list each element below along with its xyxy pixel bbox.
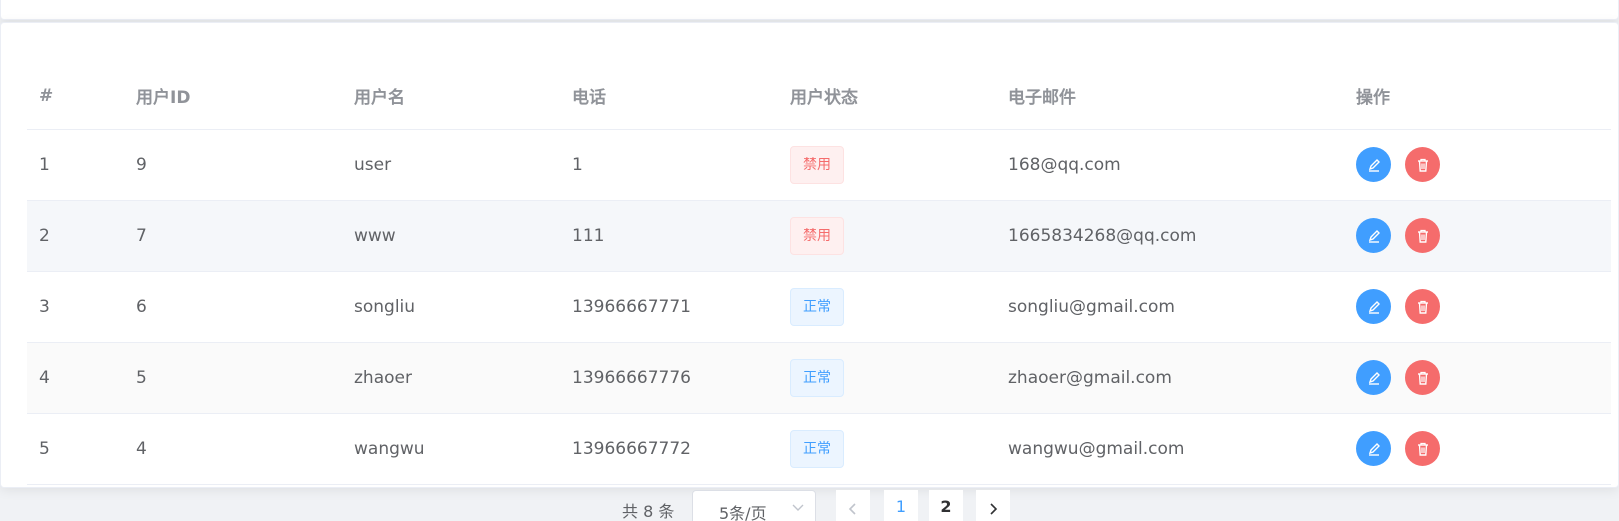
edit-icon <box>1368 442 1380 456</box>
page-number-1[interactable]: 1 <box>884 490 918 521</box>
header-actions: 操作 <box>1344 63 1611 130</box>
cell-username: www <box>342 200 560 272</box>
delete-icon <box>1417 229 1428 243</box>
cell-phone: 111 <box>560 200 778 272</box>
user-table-card: # 用户ID 用户名 电话 用户状态 电子邮件 操作 1 9 user 1 禁用… <box>0 22 1619 488</box>
cell-user-id: 5 <box>124 342 342 414</box>
header-username: 用户名 <box>342 63 560 130</box>
delete-button[interactable] <box>1405 218 1441 253</box>
cell-index: 5 <box>27 413 124 485</box>
cell-email: songliu@gmail.com <box>996 271 1344 343</box>
edit-icon <box>1368 158 1380 172</box>
cell-user-id: 7 <box>124 200 342 272</box>
cell-phone: 13966667772 <box>560 413 778 485</box>
cell-user-id: 6 <box>124 271 342 343</box>
top-card <box>0 0 1619 20</box>
page-number-2[interactable]: 2 <box>929 490 963 521</box>
cell-user-id: 9 <box>124 129 342 201</box>
delete-button[interactable] <box>1405 360 1441 395</box>
delete-icon <box>1417 300 1428 314</box>
delete-button[interactable] <box>1405 289 1441 324</box>
cell-status: 禁用 <box>778 129 996 201</box>
status-badge: 正常 <box>790 358 844 397</box>
delete-button[interactable] <box>1405 431 1441 466</box>
edit-button[interactable] <box>1356 289 1391 324</box>
page-size-select[interactable]: 5条/页 <box>692 490 816 521</box>
edit-button[interactable] <box>1356 360 1391 395</box>
cell-username: songliu <box>342 271 560 343</box>
header-index: # <box>27 63 124 130</box>
edit-button[interactable] <box>1356 147 1391 182</box>
chevron-right-icon <box>986 501 1000 520</box>
cell-phone: 1 <box>560 129 778 201</box>
status-badge: 禁用 <box>790 216 844 255</box>
next-page-button[interactable] <box>976 490 1010 521</box>
cell-user-id: 4 <box>124 413 342 485</box>
status-badge: 正常 <box>790 429 844 468</box>
cell-phone: 13966667771 <box>560 271 778 343</box>
edit-icon <box>1368 229 1380 243</box>
header-user-id: 用户ID <box>124 63 342 130</box>
cell-actions <box>1344 413 1611 485</box>
cell-email: 168@qq.com <box>996 129 1344 201</box>
page-size-value: 5条/页 <box>719 504 767 521</box>
cell-email: 1665834268@qq.com <box>996 200 1344 272</box>
cell-status: 正常 <box>778 342 996 414</box>
cell-status: 正常 <box>778 413 996 485</box>
delete-button[interactable] <box>1405 147 1441 182</box>
chevron-left-icon <box>846 501 860 520</box>
header-phone: 电话 <box>560 63 778 130</box>
pagination: 共 8 条 5条/页 1 2 <box>0 490 1619 521</box>
cell-index: 1 <box>27 129 124 201</box>
cell-email: zhaoer@gmail.com <box>996 342 1344 414</box>
cell-actions <box>1344 271 1611 343</box>
table-row: 5 4 wangwu 13966667772 正常 wangwu@gmail.c… <box>27 413 1611 485</box>
delete-icon <box>1417 442 1428 456</box>
table-row: 1 9 user 1 禁用 168@qq.com <box>27 129 1611 201</box>
edit-button[interactable] <box>1356 431 1391 466</box>
cell-username: zhaoer <box>342 342 560 414</box>
edit-button[interactable] <box>1356 218 1391 253</box>
cell-username: user <box>342 129 560 201</box>
cell-index: 2 <box>27 200 124 272</box>
cell-status: 正常 <box>778 271 996 343</box>
header-email: 电子邮件 <box>996 63 1344 130</box>
cell-phone: 13966667776 <box>560 342 778 414</box>
cell-actions <box>1344 342 1611 414</box>
pagination-total: 共 8 条 <box>622 502 675 521</box>
cell-username: wangwu <box>342 413 560 485</box>
cell-actions <box>1344 129 1611 201</box>
status-badge: 正常 <box>790 287 844 326</box>
cell-index: 3 <box>27 271 124 343</box>
user-table: # 用户ID 用户名 电话 用户状态 电子邮件 操作 1 9 user 1 禁用… <box>27 63 1611 485</box>
table-row: 2 7 www 111 禁用 1665834268@qq.com <box>27 200 1611 272</box>
cell-status: 禁用 <box>778 200 996 272</box>
status-badge: 禁用 <box>790 145 844 184</box>
chevron-down-icon <box>791 499 805 518</box>
table-row: 3 6 songliu 13966667771 正常 songliu@gmail… <box>27 271 1611 343</box>
table-header-row: # 用户ID 用户名 电话 用户状态 电子邮件 操作 <box>27 63 1611 130</box>
delete-icon <box>1417 158 1428 172</box>
edit-icon <box>1368 371 1380 385</box>
table-row: 4 5 zhaoer 13966667776 正常 zhaoer@gmail.c… <box>27 342 1611 414</box>
header-status: 用户状态 <box>778 63 996 130</box>
cell-email: wangwu@gmail.com <box>996 413 1344 485</box>
edit-icon <box>1368 300 1380 314</box>
delete-icon <box>1417 371 1428 385</box>
cell-actions <box>1344 200 1611 272</box>
prev-page-button[interactable] <box>836 490 870 521</box>
cell-index: 4 <box>27 342 124 414</box>
